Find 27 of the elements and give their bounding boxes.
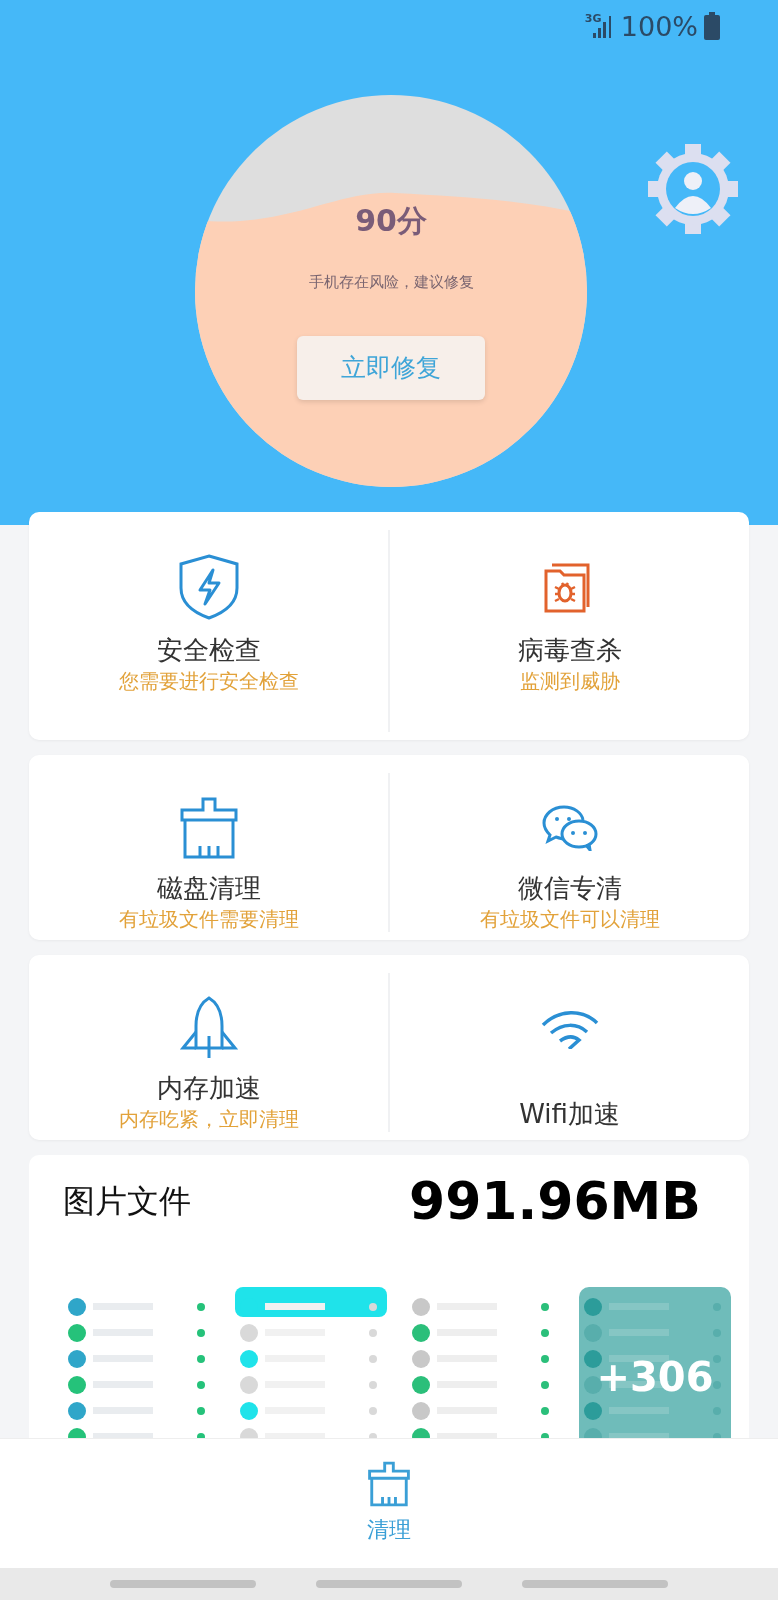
network-type: 3G <box>584 13 602 24</box>
system-nav-button[interactable] <box>316 1580 462 1588</box>
broom-icon <box>366 1461 412 1507</box>
photos-title: 图片文件 <box>63 1181 191 1222</box>
rocket-icon <box>178 995 239 1060</box>
chat-icon <box>541 804 598 851</box>
battery-level: 100% <box>620 12 698 40</box>
more-count: +306 <box>595 1353 715 1402</box>
settings-icon[interactable] <box>648 144 738 234</box>
feature-status: 监测到威胁 <box>519 667 620 694</box>
risk-message: 手机存在风险，建议修复 <box>308 272 474 293</box>
feature-title[interactable]: 病毒查杀 <box>517 634 622 668</box>
score-text: 90分 <box>355 202 427 240</box>
photos-size: 991.96MB <box>408 1170 701 1233</box>
feature-title[interactable]: 内存加速 <box>156 1072 261 1106</box>
feature-status: 您需要进行安全检查 <box>118 667 299 694</box>
shield-icon <box>177 554 240 620</box>
battery-icon <box>704 12 720 40</box>
feature-status: 有垃圾文件可以清理 <box>479 906 660 932</box>
feature-title[interactable]: Wifi加速 <box>519 1098 620 1132</box>
feature-title[interactable]: 磁盘清理 <box>156 872 261 906</box>
feature-title[interactable]: 安全检查 <box>156 634 261 668</box>
feature-status: 有垃圾文件需要清理 <box>118 906 299 932</box>
feature-status: 内存吃紧，立即清理 <box>118 1106 299 1132</box>
feature-title[interactable]: 微信专清 <box>517 872 622 906</box>
system-nav-button[interactable] <box>522 1580 668 1588</box>
system-nav-button[interactable] <box>110 1580 256 1588</box>
